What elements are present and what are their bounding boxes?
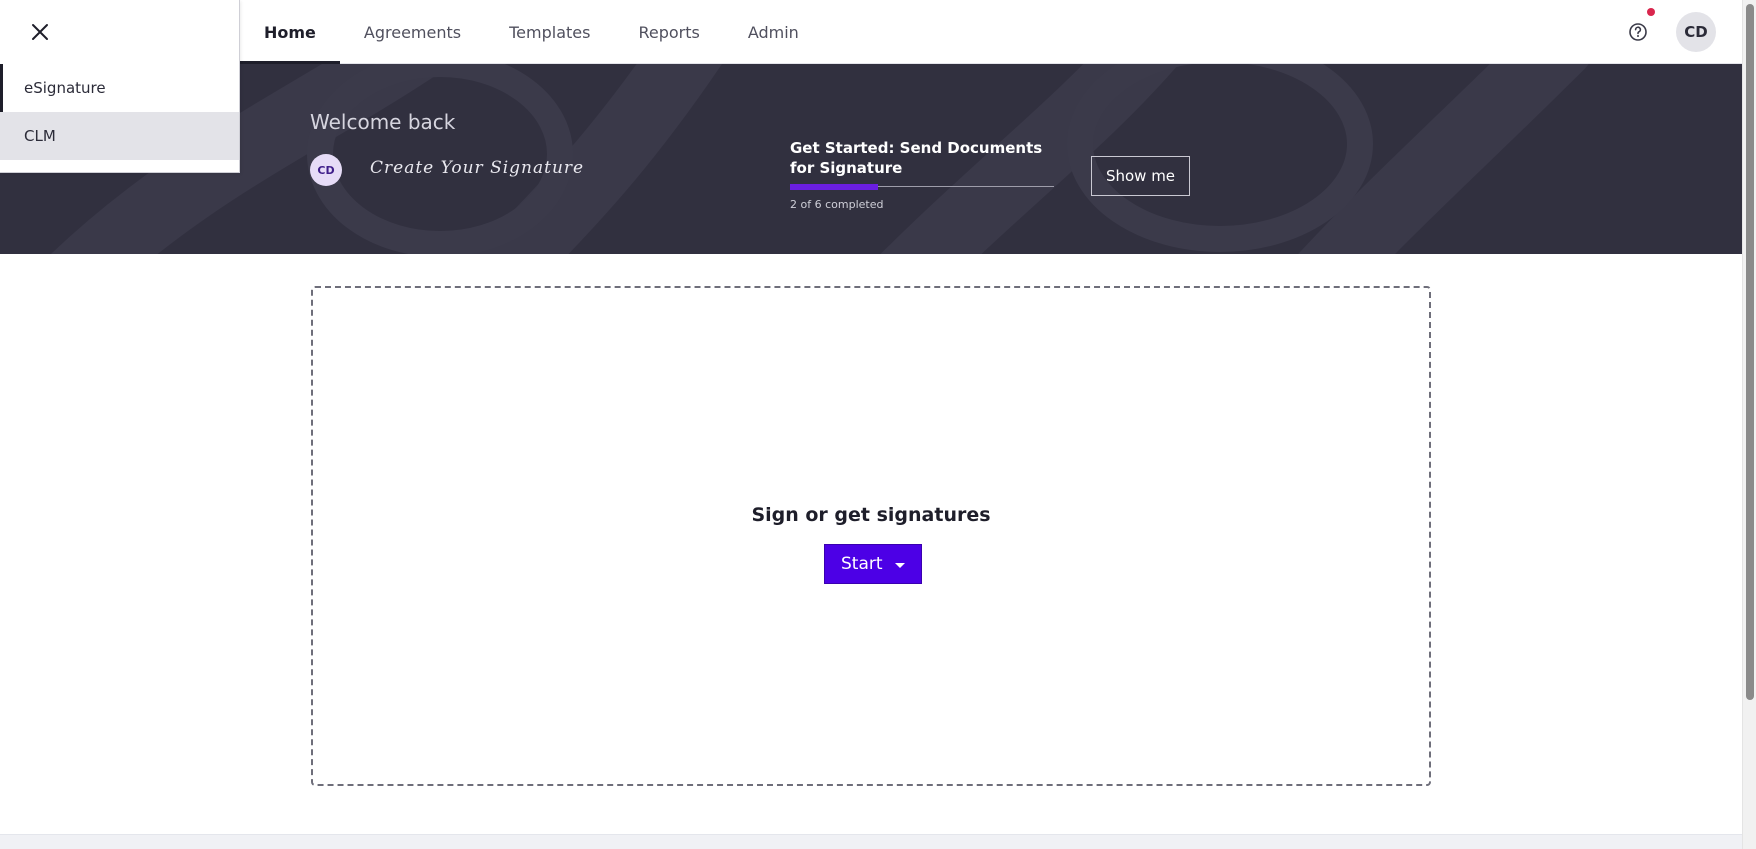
tab-agreements[interactable]: Agreements: [340, 0, 485, 64]
show-me-button[interactable]: Show me: [1091, 156, 1190, 196]
app-item-clm[interactable]: CLM: [0, 112, 239, 160]
help-button[interactable]: [1618, 8, 1658, 52]
document-drop-zone[interactable]: Sign or get signatures Start: [311, 286, 1431, 786]
top-navigation: Home Agreements Templates Reports Admin …: [0, 0, 1742, 64]
start-button-label: Start: [841, 554, 883, 574]
scrollbar-thumb[interactable]: [1746, 4, 1754, 700]
nav-tabs: Home Agreements Templates Reports Admin: [240, 0, 823, 64]
welcome-heading: Welcome back: [310, 110, 456, 134]
get-started-title: Get Started: Send Documents for Signatur…: [790, 139, 1043, 177]
nav-utilities: CD: [1618, 8, 1716, 52]
caret-down-icon[interactable]: [895, 563, 905, 568]
tab-admin[interactable]: Admin: [724, 0, 823, 64]
page-scrollbar[interactable]: [1742, 0, 1756, 849]
start-button[interactable]: Start: [824, 544, 922, 584]
progress-status-text: 2 of 6 completed: [790, 198, 884, 211]
app-item-esignature[interactable]: eSignature: [0, 64, 239, 112]
close-icon: [32, 24, 48, 40]
get-started-progress-bar: [790, 184, 1054, 190]
tab-reports[interactable]: Reports: [614, 0, 723, 64]
tab-templates[interactable]: Templates: [485, 0, 614, 64]
footer-strip: [0, 834, 1742, 849]
hero-avatar: CD: [310, 154, 342, 186]
close-button[interactable]: [26, 18, 54, 46]
create-signature-link[interactable]: Create Your Signature: [370, 158, 584, 178]
welcome-banner: Welcome back CD Create Your Signature Ge…: [0, 64, 1742, 254]
help-circle-icon: [1629, 23, 1647, 41]
tab-home[interactable]: Home: [240, 0, 340, 64]
progress-fill: [790, 184, 878, 190]
notification-dot: [1647, 8, 1655, 16]
sign-heading: Sign or get signatures: [751, 504, 991, 526]
app-switcher-panel: eSignature CLM: [0, 0, 240, 173]
user-avatar-button[interactable]: CD: [1676, 12, 1716, 52]
